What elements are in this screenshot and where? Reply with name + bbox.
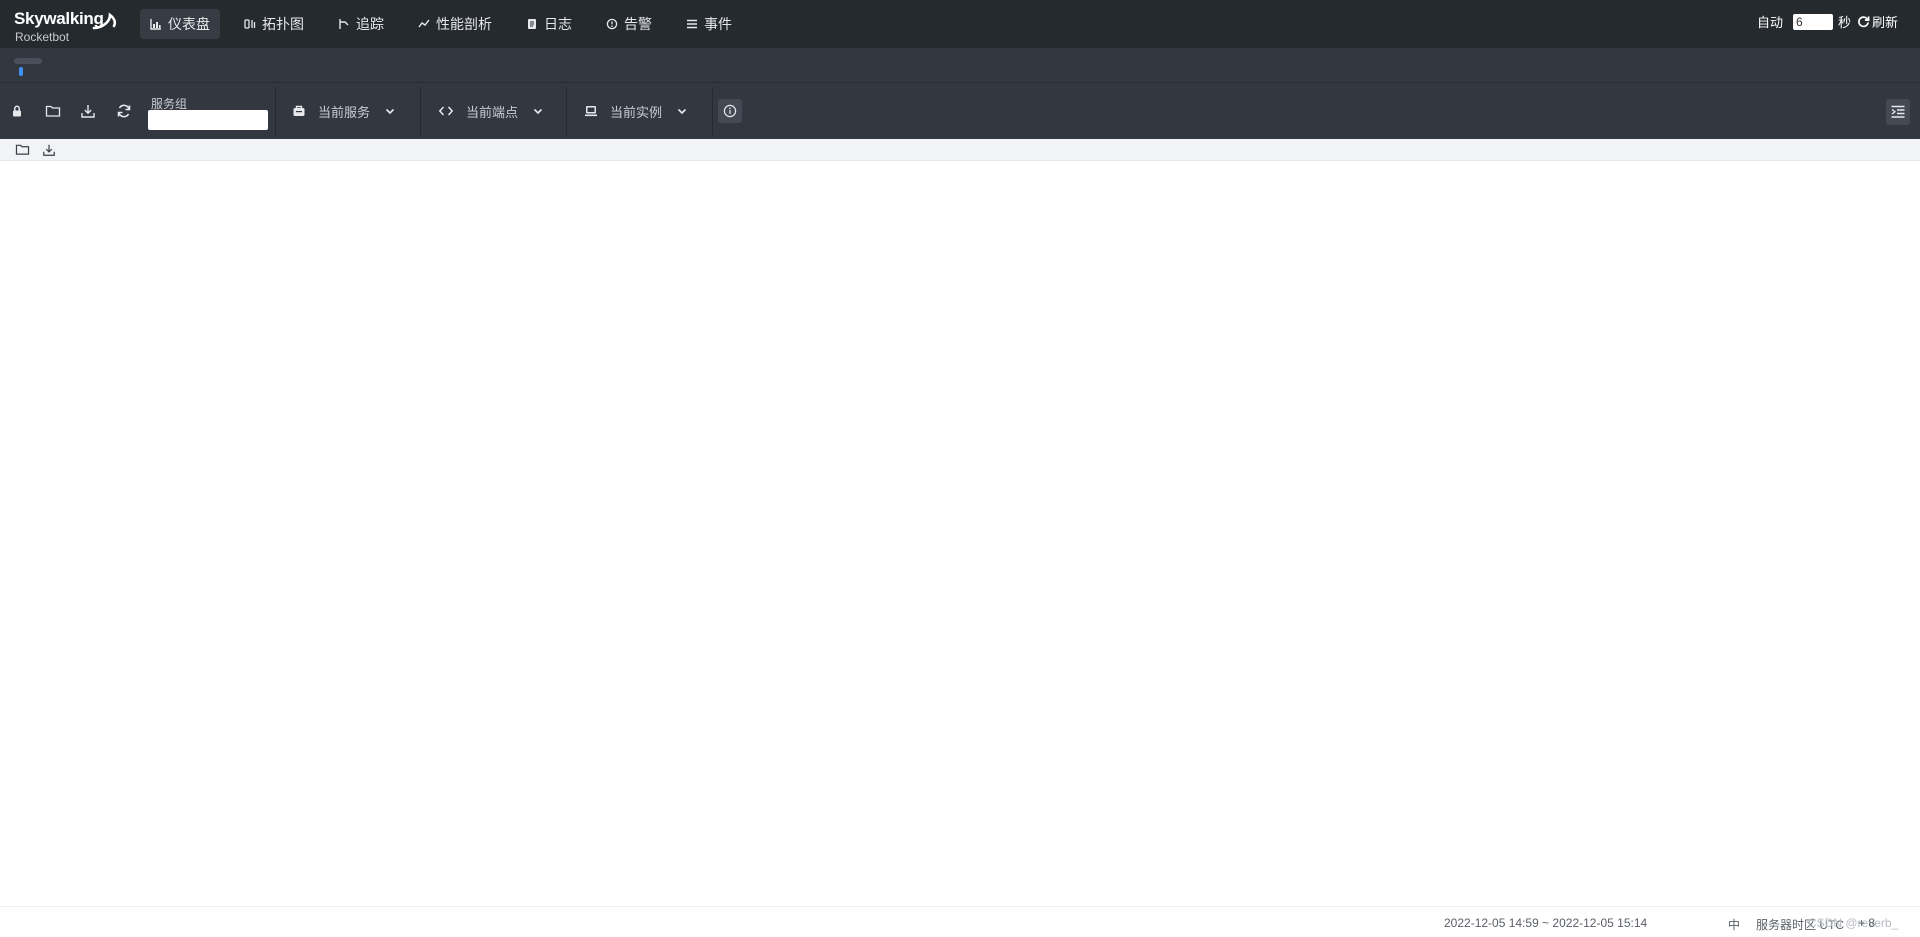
endpoint-select-label: 当前端点 (466, 104, 519, 120)
nav-item-alarm[interactable]: 告警 (596, 9, 662, 39)
component-toolbar (0, 139, 1920, 161)
dashboard-tab-bar (0, 48, 1920, 82)
divider (712, 87, 713, 137)
instance-select[interactable]: 当前实例 (584, 100, 688, 122)
tab-placeholder[interactable] (14, 58, 42, 64)
seconds-label: 秒 (1837, 15, 1851, 30)
service-group-input[interactable] (148, 110, 268, 130)
chevron-down-icon (533, 108, 543, 115)
brand-sub: Rocketbot (15, 30, 70, 44)
logo[interactable]: Skywalking Rocketbot (14, 7, 117, 45)
logo-swirl-icon (92, 12, 117, 30)
footer: 2022-12-05 14:59 ~ 2022-12-05 15:14 中 服务… (0, 906, 1920, 937)
nav-item-dashboard[interactable]: 仪表盘 (140, 9, 220, 39)
refresh-label: 刷新 (1871, 15, 1898, 30)
info-icon (723, 104, 737, 118)
active-tab-indicator (19, 67, 23, 76)
refresh-interval-input[interactable] (1792, 13, 1833, 30)
folder-icon (15, 144, 30, 155)
refresh-icon (1858, 16, 1870, 28)
download-button[interactable] (42, 143, 56, 162)
toggle-sidebar-button[interactable] (1886, 99, 1910, 125)
dashboard-toolbar: 服务组 当前服务 当前端点 当前实例 (0, 82, 1920, 139)
endpoint-select[interactable]: 当前端点 (438, 100, 544, 122)
code-icon (438, 106, 454, 116)
export-button[interactable] (79, 102, 97, 120)
nav-label: 事件 (704, 16, 732, 32)
auto-refresh-control: 自动 秒 刷新 (1757, 12, 1898, 31)
nav-label: 拓扑图 (262, 16, 304, 32)
top-navbar: Skywalking Rocketbot 仪表盘 拓扑图 追踪 性能剖析 日志 (0, 0, 1920, 48)
service-select[interactable]: 当前服务 (292, 100, 396, 122)
divider (566, 87, 567, 137)
nav-item-event[interactable]: 事件 (676, 9, 742, 39)
time-range[interactable]: 2022-12-05 14:59 ~ 2022-12-05 15:14 (1444, 916, 1647, 930)
nav-label: 性能剖析 (436, 16, 492, 32)
trace-icon (339, 19, 349, 29)
indent-icon (1891, 105, 1905, 118)
nav-label: 仪表盘 (168, 16, 210, 32)
event-icon (687, 19, 697, 29)
folder-icon (45, 105, 61, 117)
service-select-label: 当前服务 (318, 104, 371, 120)
nav-item-log[interactable]: 日志 (516, 9, 582, 39)
main-nav: 仪表盘 拓扑图 追踪 性能剖析 日志 告警 事件 (140, 9, 756, 39)
topology-icon (244, 19, 256, 29)
sync-icon (117, 104, 131, 118)
download-icon (81, 105, 95, 118)
profile-icon (418, 19, 430, 28)
server-timezone-value: + 8 (1858, 916, 1876, 930)
watermark: CSDN @reverb_ (1808, 916, 1899, 930)
nav-label: 追踪 (356, 16, 384, 32)
refresh-button[interactable]: 刷新 (1857, 12, 1898, 31)
divider (420, 87, 421, 137)
computer-icon (585, 106, 597, 117)
nav-item-topology[interactable]: 拓扑图 (234, 9, 314, 39)
service-icon (293, 105, 305, 116)
open-folder-button[interactable] (44, 102, 62, 120)
download-icon (43, 144, 55, 156)
lock-button[interactable] (8, 102, 26, 120)
chevron-down-icon (385, 108, 395, 115)
nav-item-profile[interactable]: 性能剖析 (408, 9, 502, 39)
log-icon (528, 19, 536, 29)
import-folder-button[interactable] (15, 143, 30, 161)
nav-label: 日志 (544, 16, 572, 32)
info-button[interactable] (718, 99, 742, 123)
alarm-icon (606, 18, 618, 30)
instance-select-label: 当前实例 (610, 104, 663, 120)
divider (275, 87, 276, 137)
chevron-down-icon (677, 108, 687, 115)
reload-button[interactable] (115, 102, 133, 120)
brand-name: Skywalking (14, 9, 104, 28)
dashboard-icon (150, 19, 161, 30)
lock-icon (13, 105, 21, 117)
dashboard-canvas (0, 161, 1920, 906)
auto-label: 自动 (1756, 15, 1783, 30)
nav-item-trace[interactable]: 追踪 (328, 9, 394, 39)
language-toggle[interactable]: 中 (1728, 916, 1740, 933)
nav-label: 告警 (624, 16, 652, 32)
